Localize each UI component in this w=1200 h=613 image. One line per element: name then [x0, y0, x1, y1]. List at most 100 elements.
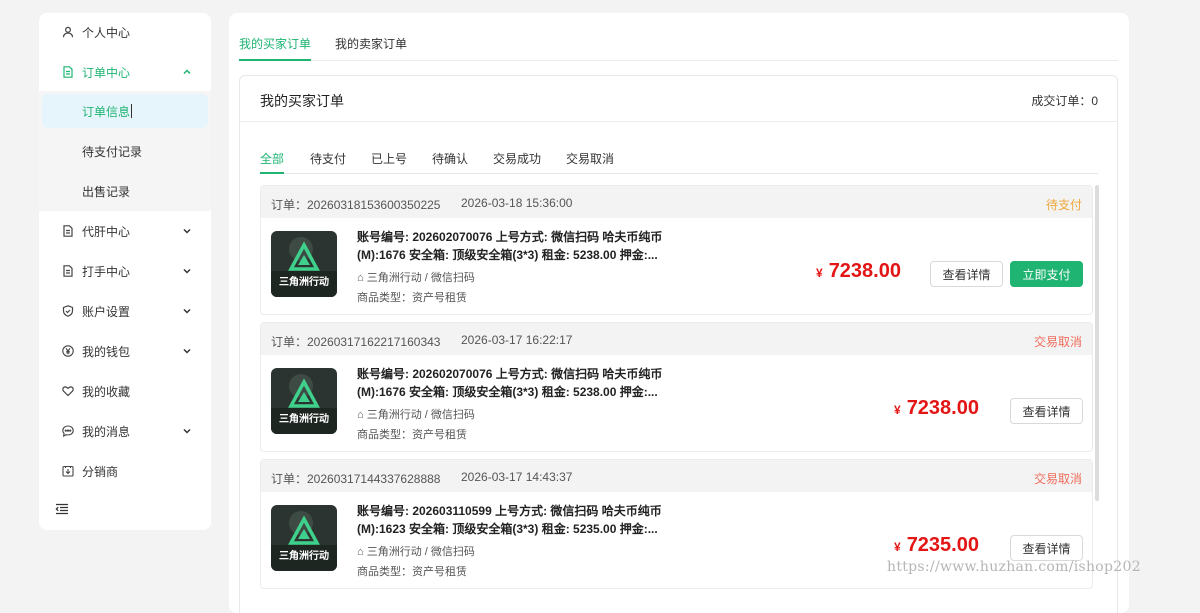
tab-buyer-orders[interactable]: 我的买家订单 [239, 35, 312, 61]
doc-icon [62, 265, 74, 277]
game-logo-text: 三角洲行动 [279, 549, 329, 562]
order-status: 交易取消 [1033, 472, 1082, 486]
order-time: 2026-03-17 14:43:37 [461, 470, 573, 484]
order-number: 订单：20260318153600350225 [271, 198, 441, 212]
game-platform: ⌂ 三角洲行动 / 微信扫码 [357, 543, 475, 559]
tab-trade-success[interactable]: 交易成功 [493, 150, 541, 167]
chevron-down-icon [182, 266, 192, 276]
tab-logged-in[interactable]: 已上号 [371, 150, 407, 167]
order-time: 2026-03-18 15:36:00 [461, 196, 573, 210]
sidebar-item-favorites[interactable]: 我的收藏 [39, 373, 211, 409]
scrollbar[interactable] [1095, 185, 1099, 501]
game-platform: ⌂ 三角洲行动 / 微信扫码 [357, 269, 475, 285]
sidebar-item-orders[interactable]: 订单中心 [39, 54, 211, 90]
game-platform-text: 三角洲行动 / 微信扫码 [366, 546, 475, 558]
order-card: 订单：20260318153600350225 2026-03-18 15:36… [260, 185, 1093, 315]
game-thumbnail[interactable]: 三角洲行动 [271, 368, 337, 434]
product-type: 商品类型：资产号租赁 [357, 429, 467, 441]
order-number: 订单：20260317162217160343 [271, 335, 441, 349]
sidebar-item-account-settings[interactable]: 账户设置 [39, 293, 211, 329]
order-doc-icon [62, 66, 74, 78]
sidebar-item-distributor[interactable]: 分销商 [39, 453, 211, 489]
sidebar-item-boosting[interactable]: 代肝中心 [39, 213, 211, 249]
game-logo-text: 三角洲行动 [279, 412, 329, 425]
game-platform: ⌂ 三角洲行动 / 微信扫码 [357, 406, 475, 422]
view-details-button[interactable]: 查看详情 [1010, 398, 1083, 424]
chevron-down-icon [182, 426, 192, 436]
currency-symbol: ¥ [894, 540, 901, 554]
panel-header: 我的买家订单 成交订单：0 [240, 76, 1117, 122]
sidebar-item-label: 订单中心 [82, 65, 131, 80]
user-icon [62, 26, 74, 38]
account-description[interactable]: 账号编号: 202602070076 上号方式: 微信扫码 哈夫币纯币(M):1… [357, 228, 667, 264]
order-number: 订单：20260317144337628888 [271, 472, 441, 486]
account-description[interactable]: 账号编号: 202603110599 上号方式: 微信扫码 哈夫币纯币(M):1… [357, 502, 667, 538]
tab-pending-payment[interactable]: 待支付 [310, 150, 346, 167]
submenu-item-pending-records[interactable]: 待支付记录 [39, 134, 211, 168]
order-card: 订单：20260317162217160343 2026-03-17 16:22… [260, 322, 1093, 452]
sidebar-item-label: 分销商 [82, 464, 119, 479]
pay-now-button[interactable]: 立即支付 [1010, 261, 1083, 287]
heart-icon [62, 385, 74, 397]
tab-seller-orders[interactable]: 我的卖家订单 [335, 35, 407, 52]
platform-icon: ⌂ [357, 409, 367, 421]
order-header: 订单：20260317144337628888 2026-03-17 14:43… [261, 460, 1092, 492]
game-thumbnail[interactable]: 三角洲行动 [271, 505, 337, 571]
submenu-item-label: 待支付记录 [82, 144, 143, 159]
sidebar: 个人中心 订单中心 订单信息 待支付记录 出售记录 代肝中心 打手中心 账户设置… [39, 13, 211, 530]
sidebar-item-profile[interactable]: 个人中心 [39, 14, 211, 50]
submenu-item-sales-records[interactable]: 出售记录 [39, 174, 211, 208]
sidebar-item-label: 我的钱包 [82, 344, 131, 359]
order-status: 待支付 [1045, 198, 1082, 212]
platform-icon: ⌂ [357, 546, 367, 558]
game-thumbnail[interactable]: 三角洲行动 [271, 231, 337, 297]
sidebar-item-player[interactable]: 打手中心 [39, 253, 211, 289]
doc-icon [62, 225, 74, 237]
platform-icon: ⌂ [357, 272, 367, 284]
order-header: 订单：20260317162217160343 2026-03-17 16:22… [261, 323, 1092, 355]
sidebar-item-label: 打手中心 [82, 264, 131, 279]
share-box-icon [62, 465, 74, 477]
order-header: 订单：20260318153600350225 2026-03-18 15:36… [261, 186, 1092, 218]
orders-panel: 我的买家订单 成交订单：0 全部 待支付 已上号 待确认 交易成功 交易取消 订… [239, 75, 1118, 613]
deal-count: 成交订单：0 [1031, 94, 1098, 108]
submenu-item-label: 出售记录 [82, 184, 131, 199]
sidebar-item-label: 代肝中心 [82, 224, 131, 239]
game-logo-text: 三角洲行动 [279, 275, 329, 288]
tab-all[interactable]: 全部 [260, 150, 285, 174]
chat-bubble-icon [62, 425, 74, 437]
sidebar-item-label: 个人中心 [82, 25, 131, 40]
tab-trade-cancelled[interactable]: 交易取消 [566, 150, 614, 167]
sidebar-item-label: 账户设置 [82, 304, 131, 319]
collapse-menu-icon[interactable] [55, 502, 69, 516]
tab-pending-confirm[interactable]: 待确认 [432, 150, 468, 167]
currency-symbol: ¥ [894, 403, 901, 417]
view-details-button[interactable]: 查看详情 [930, 261, 1003, 287]
chevron-down-icon [182, 306, 192, 316]
sidebar-item-label: 我的收藏 [82, 384, 131, 399]
shield-icon [62, 305, 74, 317]
product-type: 商品类型：资产号租赁 [357, 566, 467, 578]
price-value: 7235.00 [906, 534, 979, 556]
orders-submenu: 订单信息 待支付记录 出售记录 [39, 91, 211, 211]
view-details-button[interactable]: 查看详情 [1010, 535, 1083, 561]
game-platform-text: 三角洲行动 / 微信扫码 [366, 409, 475, 421]
submenu-item-order-info[interactable]: 订单信息 [42, 94, 208, 128]
chevron-down-icon [182, 226, 192, 236]
game-platform-text: 三角洲行动 / 微信扫码 [366, 272, 475, 284]
order-time: 2026-03-17 16:22:17 [461, 333, 573, 347]
submenu-item-label: 订单信息 [82, 104, 131, 119]
sidebar-item-wallet[interactable]: 我的钱包 [39, 333, 211, 369]
order-type-tabs: 我的买家订单 我的卖家订单 [239, 13, 1118, 61]
order-price: ¥7235.00 [894, 534, 979, 557]
sidebar-item-label: 我的消息 [82, 424, 131, 439]
chevron-up-icon [182, 67, 192, 77]
account-description[interactable]: 账号编号: 202602070076 上号方式: 微信扫码 哈夫币纯币(M):1… [357, 365, 667, 401]
sidebar-item-messages[interactable]: 我的消息 [39, 413, 211, 449]
status-tabs: 全部 待支付 已上号 待确认 交易成功 交易取消 [260, 150, 1098, 174]
order-price: ¥7238.00 [894, 397, 979, 420]
watermark: https://www.huzhan.com/ishop202 [887, 559, 1141, 575]
price-value: 7238.00 [906, 397, 979, 419]
product-type: 商品类型：资产号租赁 [357, 292, 467, 304]
order-price: ¥7238.00 [816, 260, 901, 283]
